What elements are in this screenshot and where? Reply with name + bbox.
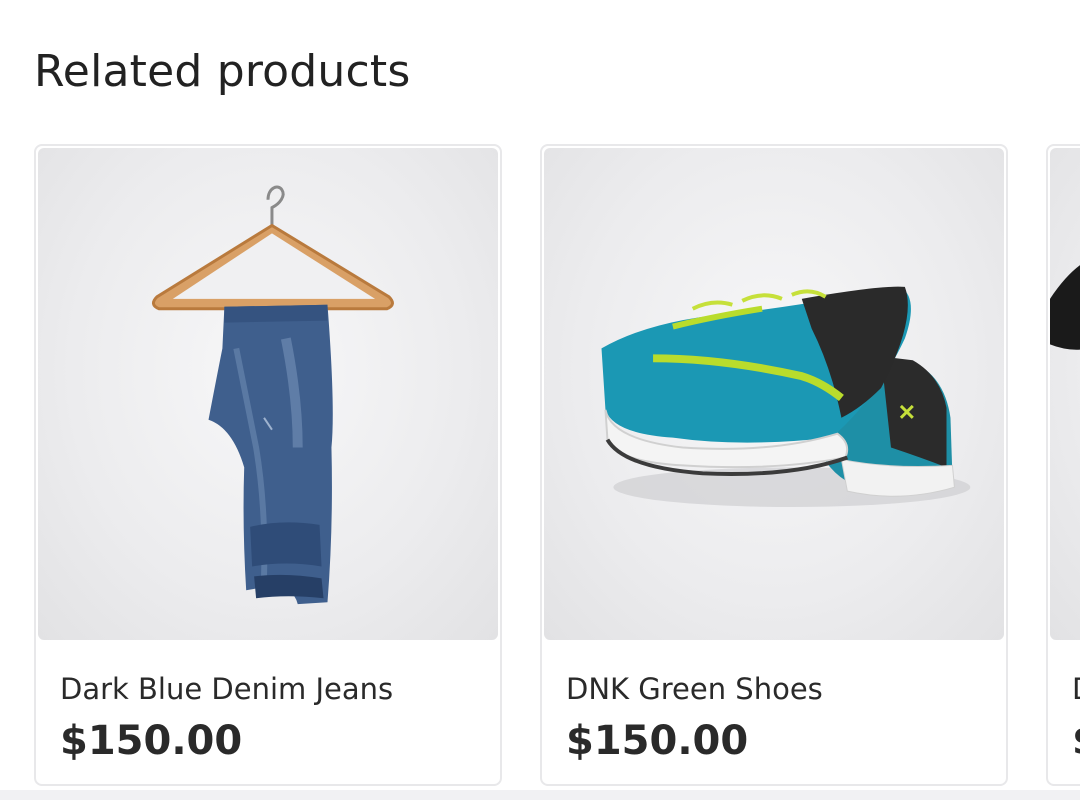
horizontal-scrollbar[interactable] <box>0 790 1080 800</box>
product-price: $ <box>1072 718 1080 764</box>
product-price: $150.00 <box>60 718 243 764</box>
product-title[interactable]: D <box>1072 672 1080 706</box>
product-title[interactable]: Dark Blue Denim Jeans <box>60 672 393 706</box>
product-price: $150.00 <box>566 718 749 764</box>
product-card[interactable]: DNK Green Shoes $150.00 <box>540 144 1008 786</box>
related-products-section: Related products Dark Blue Denim Jeans $… <box>0 0 1080 800</box>
section-title: Related products <box>34 46 411 97</box>
product-image[interactable] <box>38 148 498 640</box>
product-card[interactable]: D $ <box>1046 144 1080 786</box>
product-image[interactable] <box>1050 148 1080 640</box>
product-title[interactable]: DNK Green Shoes <box>566 672 823 706</box>
product-image[interactable] <box>544 148 1004 640</box>
product-card[interactable]: Dark Blue Denim Jeans $150.00 <box>34 144 502 786</box>
jeans-on-hanger-image <box>152 185 394 605</box>
green-shoes-image <box>601 286 971 508</box>
black-shoe-image <box>1050 265 1080 350</box>
